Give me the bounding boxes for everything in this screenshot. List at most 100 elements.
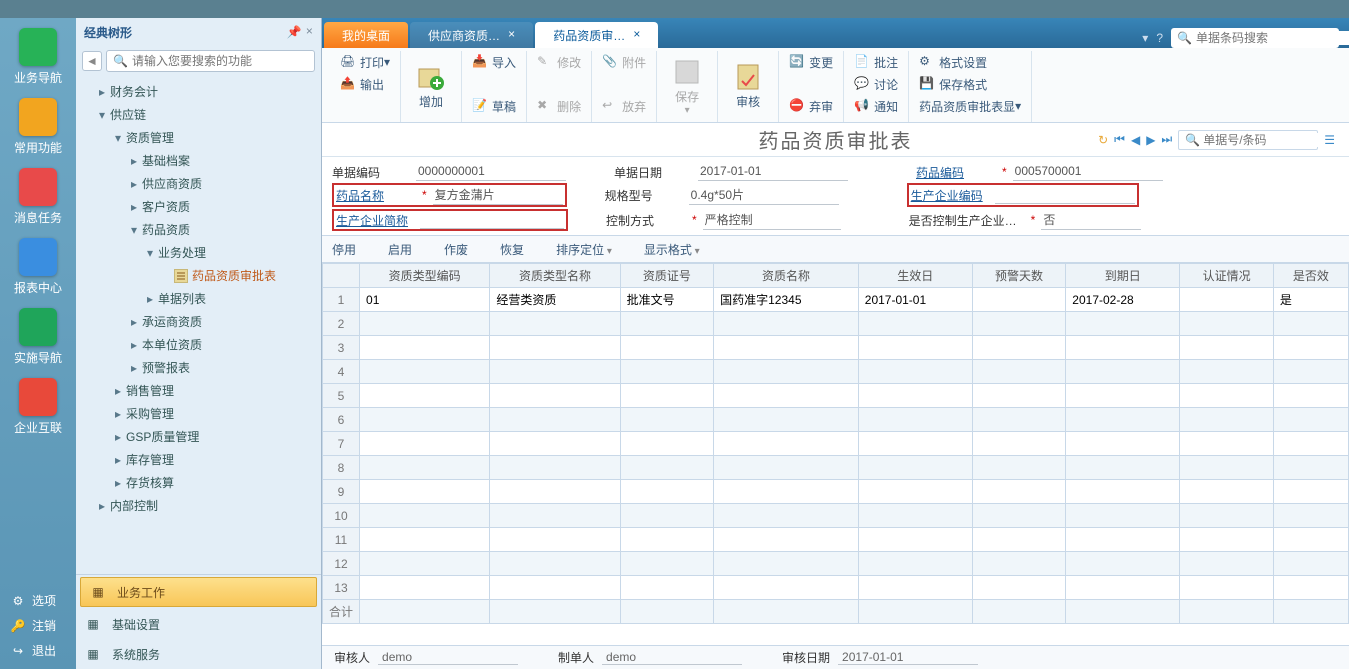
control-producer-field[interactable]: 否	[1041, 210, 1141, 230]
col-header[interactable]: 资质类型名称	[490, 264, 620, 288]
tree-search-input[interactable]	[132, 54, 308, 68]
table-row[interactable]: 7	[323, 432, 1349, 456]
rail-gear-button[interactable]: ⚙选项	[10, 588, 76, 613]
grid-tb-btn[interactable]: 启用	[388, 241, 412, 258]
tab[interactable]: 药品资质审…×	[535, 22, 658, 48]
tree-node-3[interactable]: ▸基础档案	[76, 149, 321, 172]
tree-node-1[interactable]: ▾供应链	[76, 103, 321, 126]
nav-prev-icon[interactable]: ◀	[1131, 133, 1140, 147]
tree-node-0[interactable]: ▸财务会计	[76, 80, 321, 103]
table-row[interactable]: 8	[323, 456, 1349, 480]
attach-button[interactable]: 📎附件	[598, 51, 650, 73]
import-button[interactable]: 📥导入	[468, 51, 520, 73]
col-header[interactable]: 资质名称	[714, 264, 859, 288]
tree-close-icon[interactable]: ×	[306, 25, 313, 40]
tabs-dropdown-icon[interactable]: ▾	[1142, 31, 1148, 45]
producer-code-field[interactable]	[995, 186, 1135, 204]
tree-node-18[interactable]: ▸内部控制	[76, 494, 321, 517]
producer-name-field[interactable]	[420, 211, 564, 229]
draft-button[interactable]: 📝草稿	[468, 95, 520, 117]
display-format-button[interactable]: 药品资质审批表显 ▾	[915, 95, 1025, 117]
col-header[interactable]: 资质证号	[620, 264, 714, 288]
col-header[interactable]: 资质类型编码	[360, 264, 490, 288]
add-button[interactable]: 增加	[407, 57, 455, 117]
tree-node-15[interactable]: ▸GSP质量管理	[76, 425, 321, 448]
tree-node-8[interactable]: 药品资质审批表	[76, 264, 321, 287]
annotation-button[interactable]: 📄批注	[850, 51, 902, 73]
drug-code-field[interactable]: 0005700001	[1013, 163, 1163, 181]
save-button[interactable]: 保存▾	[663, 57, 711, 117]
col-header[interactable]: 生效日	[858, 264, 972, 288]
tree-node-14[interactable]: ▸采购管理	[76, 402, 321, 425]
save-format-button[interactable]: 💾保存格式	[915, 73, 1025, 95]
tree-back-button[interactable]: ◄	[82, 51, 102, 71]
change-button[interactable]: 🔄变更	[785, 51, 837, 73]
table-row[interactable]: 4	[323, 360, 1349, 384]
drug-name-field[interactable]: 复方金蒲片	[433, 185, 563, 205]
close-icon[interactable]: ×	[508, 28, 515, 42]
tab[interactable]: 我的桌面	[324, 22, 408, 48]
col-header[interactable]: 预警天数	[972, 264, 1066, 288]
grid-tb-dd[interactable]: 显示格式	[644, 241, 700, 258]
tree-node-12[interactable]: ▸预警报表	[76, 356, 321, 379]
rail-item-4[interactable]: 实施导航	[0, 304, 76, 374]
export-button[interactable]: 📤输出	[336, 73, 394, 95]
table-row[interactable]: 10	[323, 504, 1349, 528]
tree-node-6[interactable]: ▾药品资质	[76, 218, 321, 241]
detail-grid[interactable]: 资质类型编码资质类型名称资质证号资质名称生效日预警天数到期日认证情况是否效101…	[322, 263, 1349, 645]
grid-tb-btn[interactable]: 停用	[332, 241, 356, 258]
print-button[interactable]: 🖨打印 ▾	[336, 51, 394, 73]
rail-exit-button[interactable]: ↪退出	[10, 638, 76, 663]
grid-tb-dd[interactable]: 排序定位	[556, 241, 612, 258]
grid-tb-btn[interactable]: 作废	[444, 241, 468, 258]
col-header[interactable]: 认证情况	[1180, 264, 1274, 288]
tree-node-2[interactable]: ▾资质管理	[76, 126, 321, 149]
col-header[interactable]: 是否效	[1273, 264, 1348, 288]
barcode-search-input[interactable]	[1196, 31, 1349, 45]
tree-node-7[interactable]: ▾业务处理	[76, 241, 321, 264]
tree-node-13[interactable]: ▸销售管理	[76, 379, 321, 402]
discard-button[interactable]: ↩放弃	[598, 95, 650, 117]
rail-item-1[interactable]: 常用功能	[0, 94, 76, 164]
tab[interactable]: 供应商资质…×	[410, 22, 533, 48]
rail-key-button[interactable]: 🔑注销	[10, 613, 76, 638]
close-icon[interactable]: ×	[633, 28, 640, 42]
tabs-help-icon[interactable]: ?	[1156, 31, 1163, 45]
spec-field[interactable]: 0.4g*50片	[689, 185, 839, 205]
col-header[interactable]: 到期日	[1066, 264, 1180, 288]
table-row[interactable]: 9	[323, 480, 1349, 504]
refresh-icon[interactable]: ↻	[1098, 133, 1108, 147]
rail-item-0[interactable]: 业务导航	[0, 24, 76, 94]
tree-node-4[interactable]: ▸供应商资质	[76, 172, 321, 195]
tree-footer-0[interactable]: ▦业务工作	[80, 577, 317, 607]
nav-last-icon[interactable]: ⏭	[1161, 132, 1172, 147]
control-mode-field[interactable]: 严格控制	[703, 210, 841, 230]
rail-item-2[interactable]: 消息任务	[0, 164, 76, 234]
table-row[interactable]: 3	[323, 336, 1349, 360]
tree-pin-icon[interactable]: 📌	[287, 25, 302, 40]
tree-footer-1[interactable]: ▦基础设置	[76, 609, 321, 639]
tree-node-17[interactable]: ▸存货核算	[76, 471, 321, 494]
table-row[interactable]: 2	[323, 312, 1349, 336]
edit-button[interactable]: ✎修改	[533, 51, 585, 73]
table-row[interactable]: 13	[323, 576, 1349, 600]
table-row[interactable]: 11	[323, 528, 1349, 552]
abandon-button[interactable]: ⛔弃审	[785, 95, 837, 117]
doc-code-field[interactable]: 0000000001	[416, 163, 566, 181]
tree-node-11[interactable]: ▸本单位资质	[76, 333, 321, 356]
table-row[interactable]: 12	[323, 552, 1349, 576]
grid-tb-btn[interactable]: 恢复	[500, 241, 524, 258]
format-button[interactable]: ⚙格式设置	[915, 51, 1025, 73]
rail-item-5[interactable]: 企业互联	[0, 374, 76, 444]
tree-node-16[interactable]: ▸库存管理	[76, 448, 321, 471]
discuss-button[interactable]: 💬讨论	[850, 73, 902, 95]
notify-button[interactable]: 📢通知	[850, 95, 902, 117]
audit-button[interactable]: 审核	[724, 57, 772, 117]
table-row[interactable]: 5	[323, 384, 1349, 408]
rail-item-3[interactable]: 报表中心	[0, 234, 76, 304]
tree-footer-2[interactable]: ▦系统服务	[76, 639, 321, 669]
table-row[interactable]: 6	[323, 408, 1349, 432]
nav-first-icon[interactable]: ⏮	[1114, 132, 1125, 147]
nav-next-icon[interactable]: ▶	[1146, 133, 1155, 147]
delete-button[interactable]: ✖删除	[533, 95, 585, 117]
